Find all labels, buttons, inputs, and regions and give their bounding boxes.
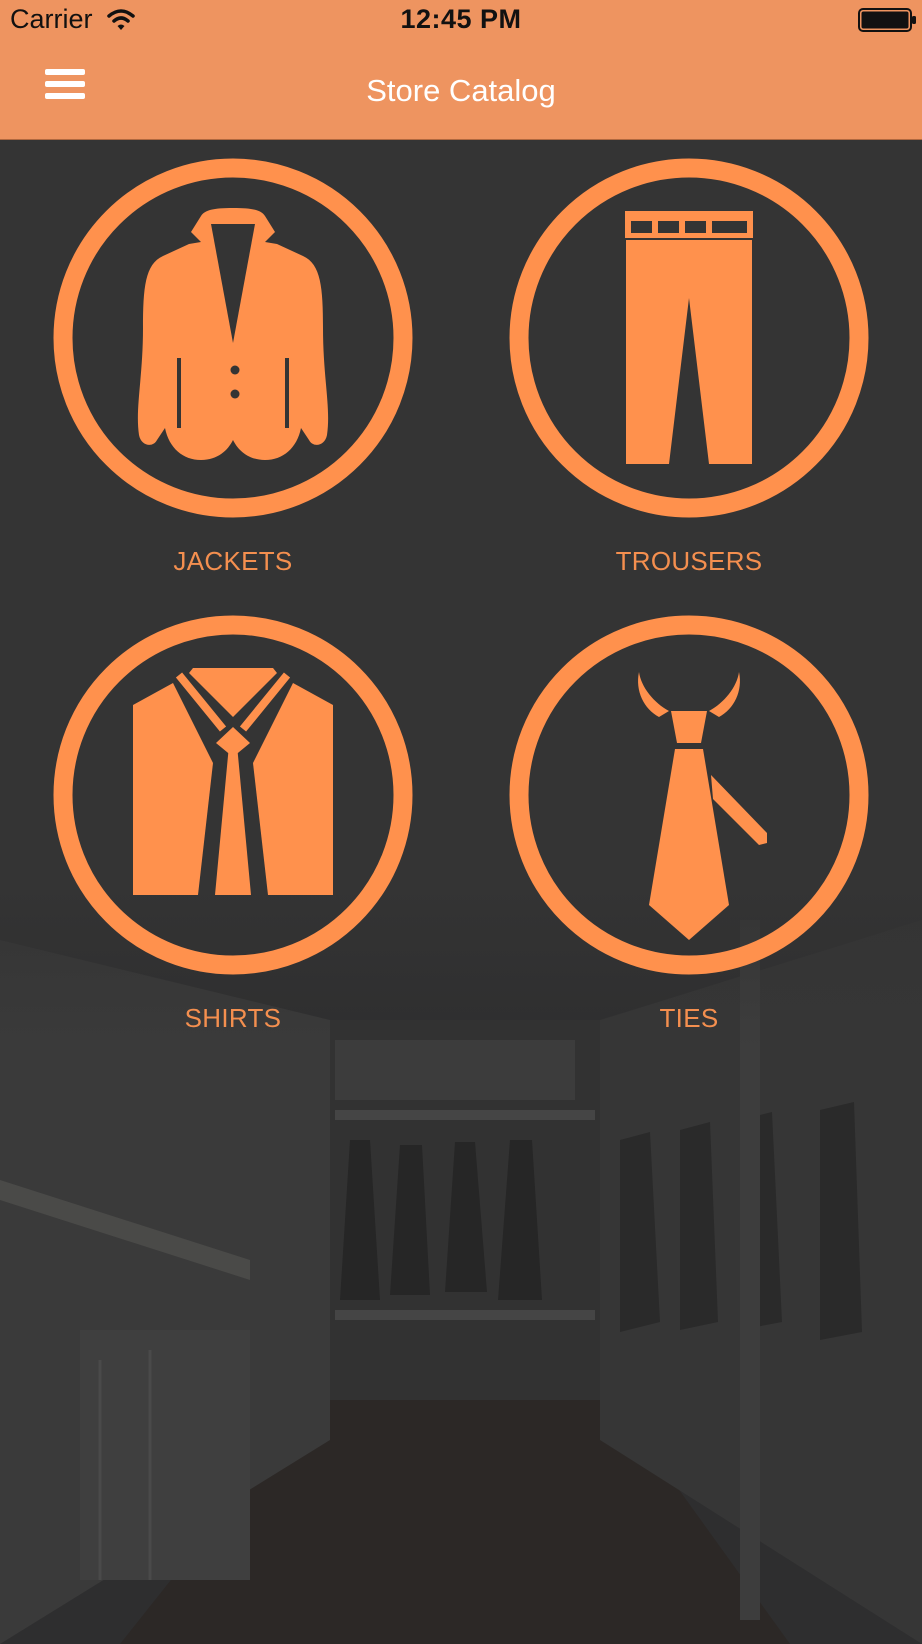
category-jackets[interactable]: JACKETS <box>53 158 413 577</box>
navigation-bar: Store Catalog <box>0 40 922 140</box>
category-ties[interactable]: TIES <box>509 615 869 1034</box>
trousers-icon <box>509 158 869 518</box>
category-label: TIES <box>659 1003 719 1033</box>
shirt-icon <box>53 615 413 975</box>
category-label: TROUSERS <box>615 546 763 576</box>
page-title: Store Catalog <box>366 73 556 108</box>
tie-icon <box>509 615 869 975</box>
status-bar: Carrier 12:45 PM <box>0 0 922 40</box>
battery-full-icon <box>858 8 916 32</box>
category-shirts[interactable]: SHIRTS <box>53 615 413 1034</box>
status-time: 12:45 PM <box>400 4 522 34</box>
jacket-icon <box>53 158 413 518</box>
category-label: SHIRTS <box>184 1003 282 1033</box>
category-label: JACKETS <box>173 546 293 576</box>
category-trousers[interactable]: TROUSERS <box>509 158 869 577</box>
